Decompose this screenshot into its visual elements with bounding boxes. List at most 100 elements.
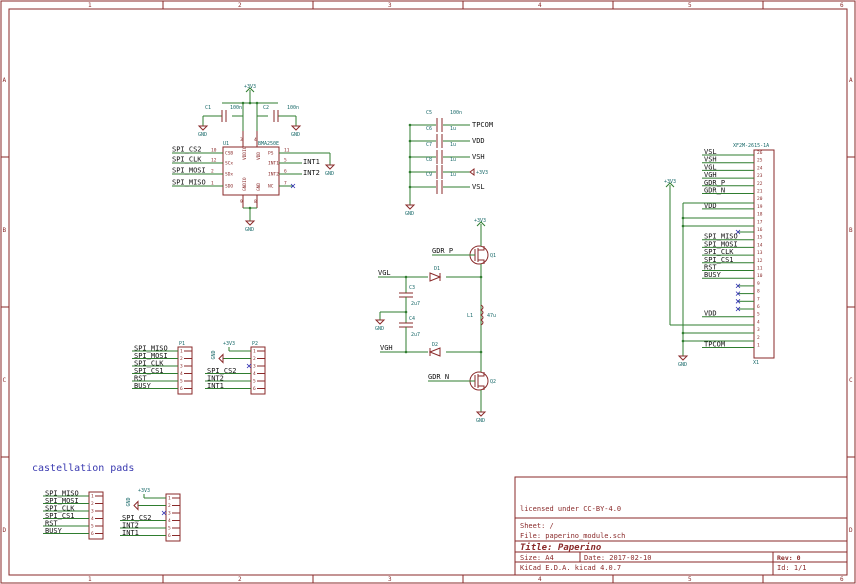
pin-num: 2 [91,501,94,507]
sheet-name: Sheet: / [520,522,554,530]
sheet-id: Id: 1/1 [777,564,807,572]
pin-name: INT1 [268,161,279,167]
pin-num: 3 [240,137,243,143]
pin-num: 1 [168,496,171,502]
row-label: C [849,377,853,384]
power-label-3v3: +3V3 [244,84,256,90]
gnd-label: GND [375,326,384,332]
cap-ref: C9 [426,172,432,178]
pin-num: 25 [757,158,763,164]
c3-ref: C3 [409,285,415,291]
net-label: BUSY [134,382,152,390]
pin-num: 12 [211,158,217,164]
cap-value: 100n [450,110,462,116]
castellation-right: 1234SPI_CS25INT26INT1+3V3GND [120,488,181,542]
pin-num: 7 [757,296,760,302]
pin-name: GND [256,183,262,191]
row-label: A [3,77,7,84]
gnd-label: GND [291,132,300,138]
sheet-rev: Rev: 0 [777,554,801,562]
q1-ref: Q1 [490,253,496,259]
pin-num: 4 [757,319,760,325]
row-label: D [3,527,7,534]
pin-num: 26 [757,150,763,156]
pin-name: SDx [225,172,233,178]
sheet-date: Date: 2017-02-10 [584,554,651,562]
capacitor-bank: GND C5 100n TPCOM C6 1u VDD C7 1u VSH C8 1u +3V3 C9 1… [404,110,493,217]
q2-ref: Q2 [490,379,496,385]
col-label: 6 [840,2,844,9]
cap-value: 1u [450,172,456,178]
pin-num: 6 [757,304,760,310]
pin-num: 4 [254,137,257,143]
gnd-label: GND [325,171,334,177]
c1-ref: C1 [205,105,211,111]
cap-ref: C5 [426,110,432,116]
x1-value: XF2M-2615-1A [733,143,769,149]
capacitor [436,180,443,194]
pin-num: 20 [757,196,763,202]
c2-value: 100n [287,105,299,111]
row-label: C [3,377,7,384]
pin-num: 12 [757,258,763,264]
pin-num: 3 [91,509,94,515]
gnd-label: GND [211,350,217,359]
col-label: 4 [538,576,542,583]
net-label: SPI_CLK [172,156,202,164]
pin-num: 5 [168,526,171,532]
u1-ref: U1 [223,141,229,147]
net-label: VSL [472,183,485,191]
row-label: D [849,527,853,534]
sheet-title: Title: Paperino [520,542,602,553]
pin-num: 1 [180,349,183,355]
cap-ref: C6 [426,126,432,132]
pin-num: 6 [168,533,171,539]
row-label: B [3,227,7,234]
net-label: INT2 [303,169,320,177]
pin-num: 5 [253,379,256,385]
cap-value: 1u [450,142,456,148]
net-label: BUSY [704,271,722,279]
net-label: INT1 [122,529,139,537]
pin-num: 4 [168,518,171,524]
pin-num: 10 [757,273,763,279]
col-label: 5 [688,576,692,583]
net-label: VSH [472,153,485,161]
pin-num: 3 [253,364,256,370]
pin-name: GNDIO [242,177,248,191]
pin-num: 1 [211,181,214,187]
pin-num: 3 [168,511,171,517]
pin-name: SCx [225,161,233,167]
l1-value: 47u [487,313,496,319]
pin-num: 14 [757,242,763,248]
accelerometer-block: +3V3 C1 100n GND C2 100n GND U1 BMA250E … [172,84,336,233]
col-label: 3 [388,576,392,583]
pin-name: SDO [225,184,233,190]
pin-num: 2 [211,169,214,175]
pin-num: 8 [757,289,760,295]
no-connect-mark [161,510,167,516]
gnd-label: GND [476,418,485,424]
pin-num: 5 [91,524,94,530]
header-p2: P21234SPI_CS25INT26INT1+3V3GND [205,341,266,395]
pin-num: 7 [284,181,287,187]
capacitor [436,134,443,148]
pin-num: 21 [757,189,763,195]
power-label-3v3: +3V3 [223,341,235,347]
net-gdr-p: GDR_P [432,247,453,255]
net-label: VDD [704,310,717,318]
pin-num: 16 [757,227,763,233]
gnd-label: GND [678,362,687,368]
pin-num: 8 [254,199,257,205]
pin-num: 23 [757,173,763,179]
l1-ref: L1 [467,313,473,319]
col-label: 4 [538,2,542,9]
net-label: INT1 [207,382,224,390]
capacitor [436,150,443,164]
junction-dot [408,170,412,174]
junction-dot [408,185,412,189]
pin-num: 15 [757,235,763,241]
pin-name: NC [268,184,274,190]
boost-converter: +3V3 Q1 GDR_P VGL D1 C3 2u7 GND C4 2u7 L [374,218,496,424]
pin-num: 9 [757,281,760,287]
